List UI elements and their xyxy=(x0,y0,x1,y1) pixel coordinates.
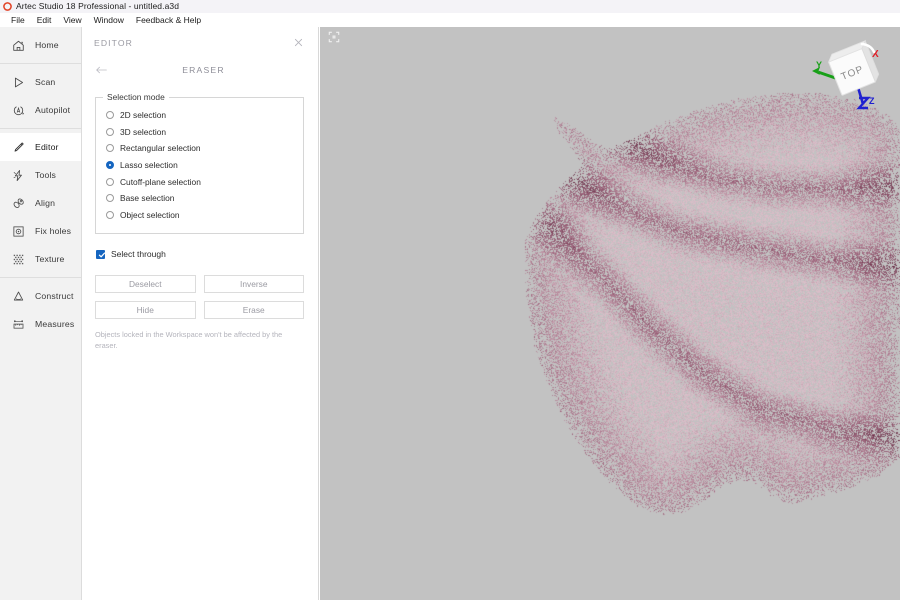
radio-3d-selection[interactable]: 3D selection xyxy=(106,124,293,141)
autopilot-icon xyxy=(11,103,26,118)
sidebar-item-autopilot[interactable]: Autopilot xyxy=(0,96,81,124)
radio-label: Rectangular selection xyxy=(120,143,201,153)
panel-subheader: ERASER xyxy=(83,59,318,81)
sidebar-rail: Home Scan Autopilot xyxy=(0,27,82,600)
texture-grid-icon xyxy=(11,252,26,267)
cone-icon xyxy=(11,289,26,304)
sidebar-item-label: Texture xyxy=(35,254,65,264)
sidebar-item-label: Fix holes xyxy=(35,226,71,236)
checkmark-icon xyxy=(98,251,106,259)
inverse-button[interactable]: Inverse xyxy=(204,275,305,293)
sidebar-group-home: Home xyxy=(0,27,81,64)
sidebar-item-fix-holes[interactable]: Fix holes xyxy=(0,217,81,245)
radio-2d-selection[interactable]: 2D selection xyxy=(106,107,293,124)
orientation-gizmo[interactable]: Y X Z TOP xyxy=(800,32,895,127)
panel-title: EDITOR xyxy=(94,38,133,48)
menu-file[interactable]: File xyxy=(5,13,31,27)
frame-selection-icon[interactable] xyxy=(328,31,340,43)
lightning-icon xyxy=(11,168,26,183)
sidebar-item-label: Home xyxy=(35,40,59,50)
pencil-icon xyxy=(11,140,26,155)
radio-label: Object selection xyxy=(120,210,180,220)
artec-ring-logo-icon xyxy=(3,2,12,11)
sidebar-group-capture: Scan Autopilot xyxy=(0,64,81,129)
menu-edit[interactable]: Edit xyxy=(31,13,58,27)
select-through-checkbox[interactable]: Select through xyxy=(96,249,318,259)
menu-bar: File Edit View Window Feedback & Help xyxy=(0,13,900,27)
action-button-grid: Deselect Inverse Hide Erase xyxy=(95,275,304,319)
sidebar-item-home[interactable]: Home xyxy=(0,31,81,59)
align-icon xyxy=(11,196,26,211)
editor-panel: EDITOR ERASER Selection mode 2D selectio… xyxy=(83,27,319,600)
axis-y-label: Y xyxy=(816,60,822,70)
ruler-icon xyxy=(11,317,26,332)
sidebar-item-align[interactable]: Align xyxy=(0,189,81,217)
radio-label: Cutoff-plane selection xyxy=(120,177,201,187)
home-icon xyxy=(11,38,26,53)
hide-button[interactable]: Hide xyxy=(95,301,196,319)
radio-indicator-selected xyxy=(106,161,114,169)
erase-button[interactable]: Erase xyxy=(204,301,305,319)
deselect-button[interactable]: Deselect xyxy=(95,275,196,293)
panel-header: EDITOR xyxy=(83,27,318,48)
menu-window[interactable]: Window xyxy=(88,13,130,27)
radio-base-selection[interactable]: Base selection xyxy=(106,190,293,207)
menu-view[interactable]: View xyxy=(57,13,87,27)
sidebar-item-label: Construct xyxy=(35,291,74,301)
radio-label: Lasso selection xyxy=(120,160,178,170)
sidebar-item-measures[interactable]: Measures xyxy=(0,310,81,338)
axis-z-label: Z xyxy=(869,96,875,106)
close-icon[interactable] xyxy=(293,37,304,48)
sidebar-item-label: Tools xyxy=(35,170,56,180)
radio-indicator xyxy=(106,128,114,136)
sidebar-item-editor[interactable]: Editor xyxy=(0,133,81,161)
sidebar-item-label: Align xyxy=(35,198,55,208)
title-bar: Artec Studio 18 Professional - untitled.… xyxy=(0,0,900,13)
select-through-label: Select through xyxy=(111,249,166,259)
fix-holes-icon xyxy=(11,224,26,239)
radio-object-selection[interactable]: Object selection xyxy=(106,207,293,224)
selection-mode-group: Selection mode 2D selection 3D selection… xyxy=(95,97,304,234)
radio-indicator xyxy=(106,211,114,219)
sidebar-item-label: Scan xyxy=(35,77,55,87)
application-window: Artec Studio 18 Professional - untitled.… xyxy=(0,0,900,600)
radio-label: Base selection xyxy=(120,193,174,203)
radio-indicator xyxy=(106,194,114,202)
sidebar-item-tools[interactable]: Tools xyxy=(0,161,81,189)
selection-mode-legend: Selection mode xyxy=(103,92,169,102)
sidebar-item-construct[interactable]: Construct xyxy=(0,282,81,310)
3d-viewport[interactable]: Y X Z TOP xyxy=(320,27,900,600)
radio-cutoff-plane-selection[interactable]: Cutoff-plane selection xyxy=(106,173,293,190)
eraser-hint-text: Objects locked in the Workspace won't be… xyxy=(95,330,302,351)
radio-indicator xyxy=(106,111,114,119)
radio-lasso-selection[interactable]: Lasso selection xyxy=(106,157,293,174)
radio-rectangular-selection[interactable]: Rectangular selection xyxy=(106,140,293,157)
sidebar-item-label: Measures xyxy=(35,319,74,329)
checkbox-indicator-checked xyxy=(96,250,105,259)
play-triangle-icon xyxy=(11,75,26,90)
radio-indicator xyxy=(106,144,114,152)
radio-label: 2D selection xyxy=(120,110,166,120)
menu-feedback-help[interactable]: Feedback & Help xyxy=(130,13,207,27)
sidebar-group-build: Construct Measures xyxy=(0,278,81,342)
sidebar-item-scan[interactable]: Scan xyxy=(0,68,81,96)
window-title: Artec Studio 18 Professional - untitled.… xyxy=(16,0,179,13)
radio-label: 3D selection xyxy=(120,127,166,137)
sidebar-item-label: Editor xyxy=(35,142,59,152)
radio-indicator xyxy=(106,178,114,186)
sidebar-item-texture[interactable]: Texture xyxy=(0,245,81,273)
tool-title: ERASER xyxy=(83,65,318,75)
back-arrow-icon[interactable] xyxy=(95,65,108,75)
sidebar-group-edit: Editor Tools Align xyxy=(0,129,81,278)
sidebar-item-label: Autopilot xyxy=(35,105,70,115)
